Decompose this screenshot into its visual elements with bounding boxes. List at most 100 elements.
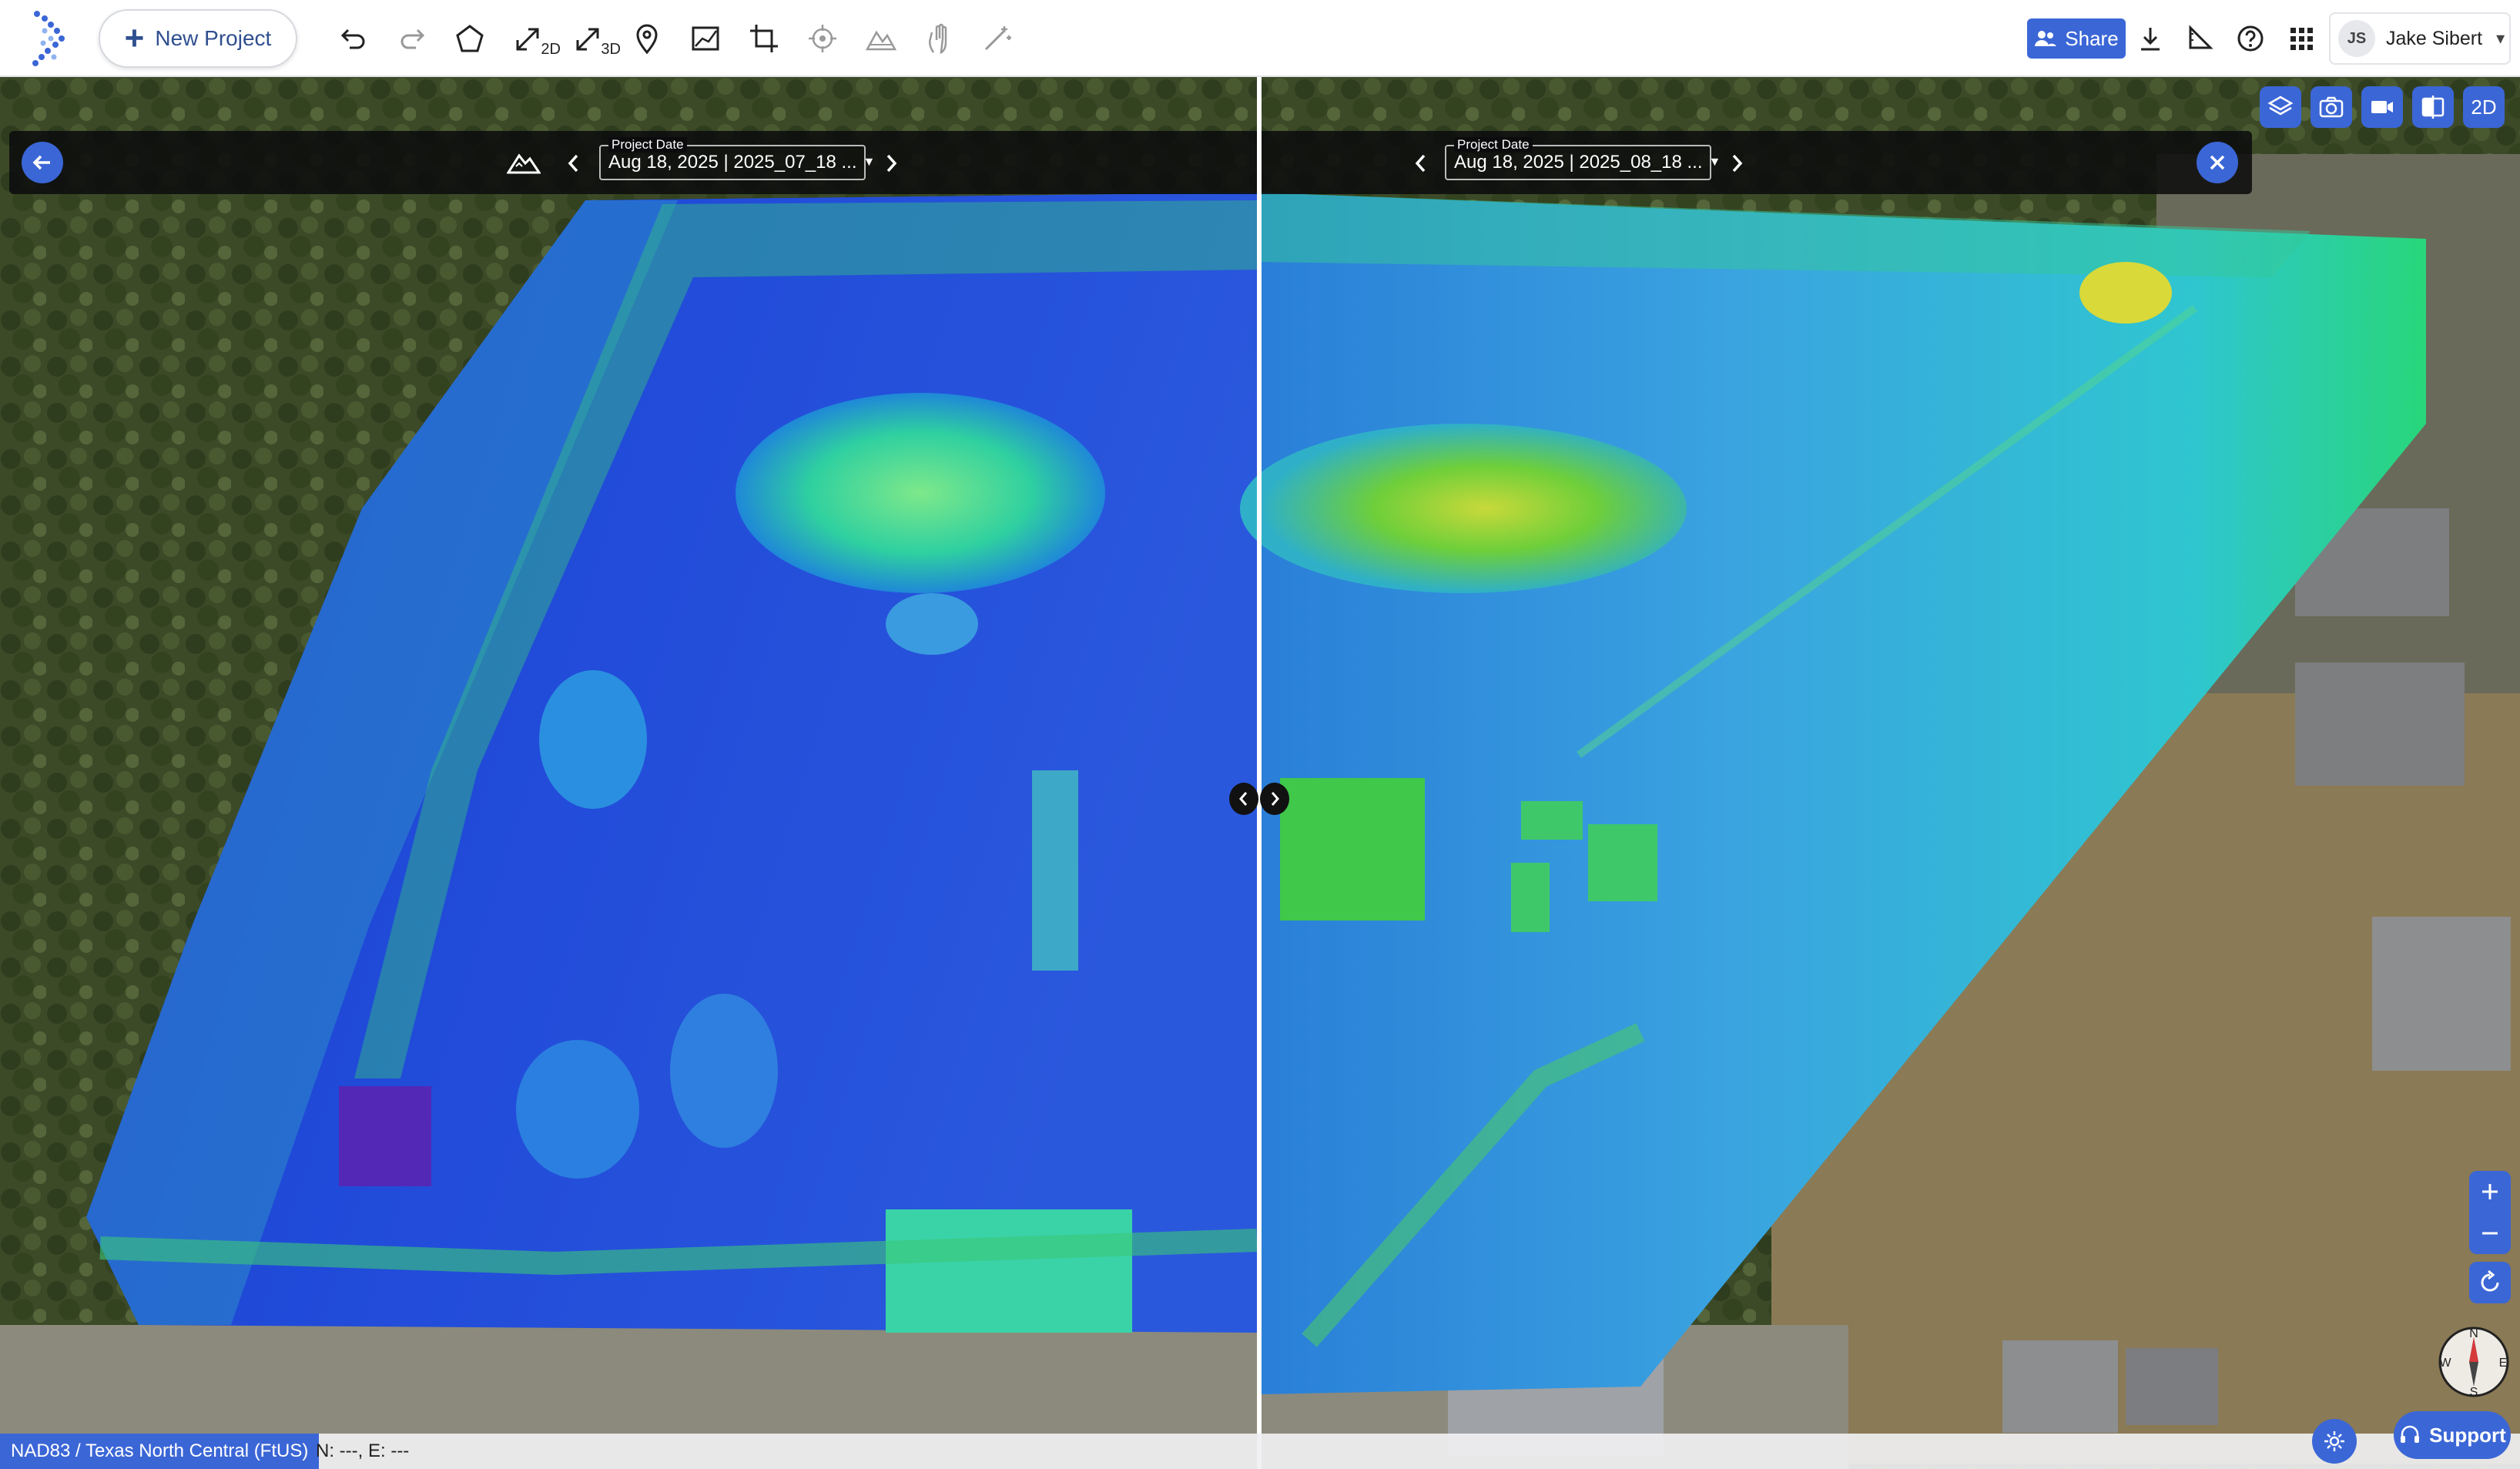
volume-tool-button[interactable] [860,17,903,60]
apps-grid-icon [2290,28,2313,50]
rotate-icon [2481,1269,2499,1292]
minus-icon [2482,1232,2498,1235]
target-icon [809,25,836,52]
polygon-icon [456,25,484,52]
app-logo-icon[interactable] [28,8,74,69]
new-project-button[interactable]: + New Project [99,9,297,68]
swipe-left-handle[interactable] [1229,783,1258,815]
back-button[interactable] [22,142,63,183]
profile-chart-icon [692,26,719,51]
compare-view-button[interactable] [2412,86,2454,128]
wand-tool-button[interactable] [977,17,1020,60]
crop-tool-button[interactable] [742,17,786,60]
redo-button[interactable] [391,17,434,60]
location-pin-icon [636,24,658,55]
swipe-divider[interactable] [1257,77,1262,1469]
user-menu[interactable]: JS Jake Sibert ▾ [2329,12,2511,65]
profile-tool-button[interactable] [684,17,727,60]
compass-e: E [2499,1357,2508,1370]
ruler-triangle-icon [2189,25,2213,49]
left-date-prev-button[interactable] [562,148,585,179]
gear-icon [2324,1431,2344,1451]
settings-button[interactable] [2312,1419,2357,1464]
chevron-left-icon [1415,154,1426,173]
redo-icon [400,29,425,49]
zoom-in-button[interactable] [2469,1171,2511,1212]
split-view-icon [2421,96,2445,119]
coordinate-readout: N: ---, E: --- [316,1440,410,1461]
chevron-left-icon [568,154,578,173]
layers-button[interactable] [2260,86,2301,128]
close-compare-button[interactable] [2197,142,2238,183]
apps-grid-button[interactable] [2284,22,2318,55]
share-button[interactable]: Share [2027,18,2126,59]
camera-icon [2319,96,2344,118]
video-camera-icon [2371,101,2393,113]
layers-icon [2267,96,2294,116]
support-label: Support [2429,1423,2506,1447]
chevron-right-icon [1732,154,1743,173]
hand-tool-button[interactable] [918,17,961,60]
compass-n: N [2469,1327,2478,1340]
headset-icon [2401,1425,2420,1443]
compass-icon[interactable]: N S E W [2437,1325,2511,1399]
video-button[interactable] [2361,86,2403,128]
zoom-out-button[interactable] [2469,1212,2511,1254]
chevron-left-icon [1239,792,1248,806]
download-icon [2141,28,2160,51]
left-date-value: Aug 18, 2025 | 2025_07_18 ... [608,152,857,173]
users-icon [2035,31,2057,46]
measure-3d-suffix: 3D [601,41,621,58]
right-date-next-button[interactable] [1725,148,1748,179]
new-project-label: New Project [155,26,272,50]
user-name: Jake Sibert [2386,27,2483,49]
measure-3d-icon [576,28,599,51]
undo-icon [340,29,365,49]
compass-s: S [2470,1386,2478,1399]
location-pin-button[interactable] [625,17,669,60]
left-date-select[interactable]: Project Date Aug 18, 2025 | 2025_07_18 .… [599,137,875,180]
volume-icon [865,30,897,51]
plus-icon [2482,1184,2498,1199]
undo-button[interactable] [331,17,374,60]
measure-2d-suffix: 2D [541,41,561,58]
target-tool-button[interactable] [801,17,844,60]
view-mode-toggle[interactable]: 2D [2463,86,2505,128]
view-mode-label: 2D [2471,95,2497,119]
swipe-right-handle[interactable] [1260,783,1289,815]
top-toolbar: + New Project 2D 3D Share JS Jake Sibert… [0,0,2520,77]
crs-selector[interactable]: NAD83 / Texas North Central (FtUS) [0,1434,320,1469]
help-button[interactable] [2233,22,2267,55]
zoom-control [2469,1171,2511,1254]
left-date-label: Project Date [608,137,687,153]
help-icon [2237,25,2264,52]
wand-icon [984,26,1011,51]
right-date-prev-button[interactable] [1409,148,1433,179]
compare-toolbar [9,131,2252,194]
measure-2d-icon [516,28,539,51]
right-date-select[interactable]: Project Date Aug 18, 2025 | 2025_08_18 .… [1445,137,1721,180]
caret-down-icon: ▼ [1708,156,1721,169]
measure-2d-button[interactable]: 2D [507,17,561,60]
support-button[interactable]: Support [2394,1411,2511,1459]
chevron-down-icon: ▾ [2496,29,2505,48]
avatar: JS [2338,20,2375,57]
swipe-handle[interactable] [1229,783,1289,815]
polygon-tool-button[interactable] [448,17,491,60]
terrain-icon[interactable] [507,149,541,176]
right-date-value: Aug 18, 2025 | 2025_08_18 ... [1454,152,1703,173]
caret-down-icon: ▼ [863,156,876,169]
chevron-right-icon [1271,792,1279,806]
plus-icon: + [124,19,145,57]
close-icon [2210,155,2225,170]
ruler-button[interactable] [2183,22,2217,55]
left-date-next-button[interactable] [880,148,903,179]
arrow-left-icon [32,155,50,170]
download-button[interactable] [2133,22,2167,55]
measure-3d-button[interactable]: 3D [567,17,621,60]
hand-icon [928,23,947,55]
reset-rotation-button[interactable] [2469,1262,2511,1303]
share-label: Share [2065,26,2119,50]
screenshot-button[interactable] [2311,86,2352,128]
right-date-label: Project Date [1454,137,1533,153]
